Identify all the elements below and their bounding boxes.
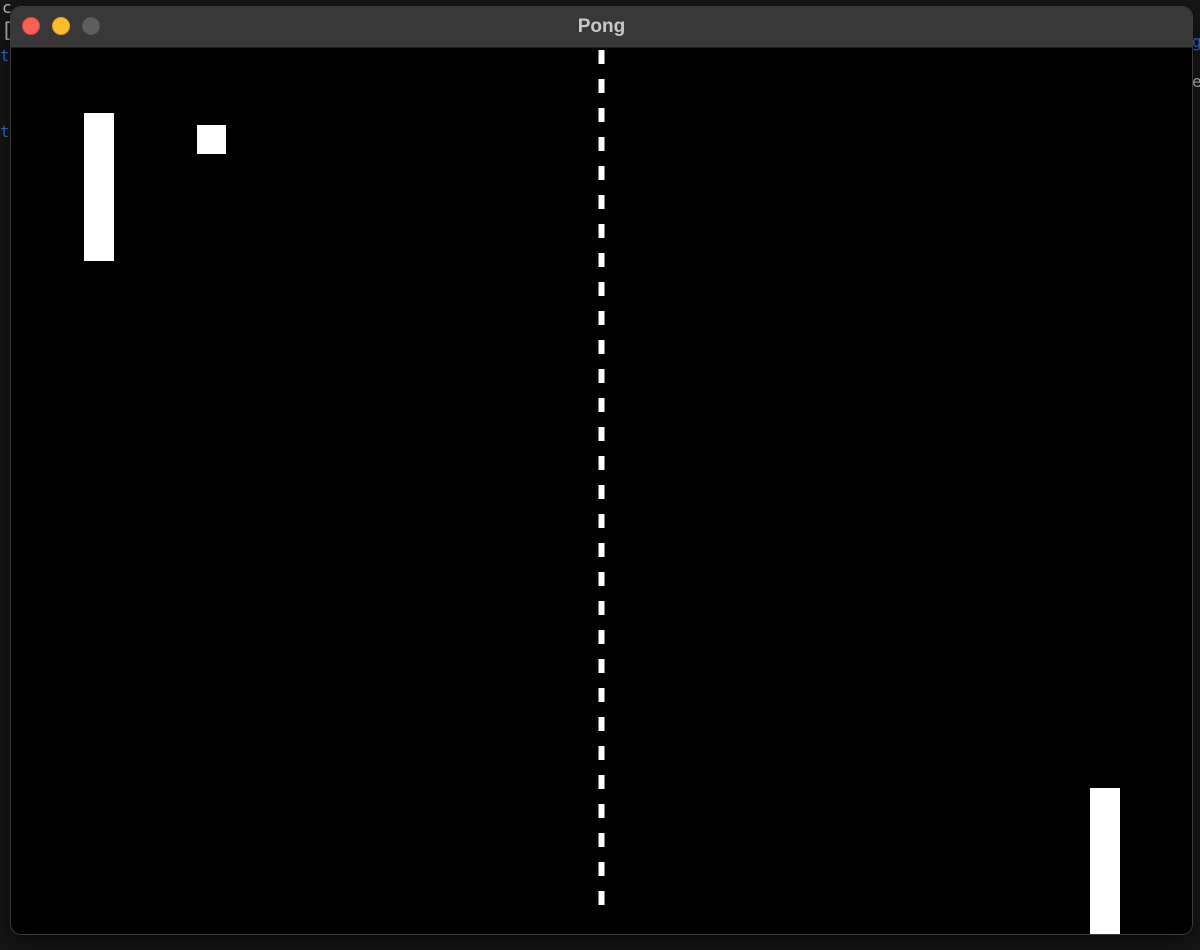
center-net-dash	[598, 601, 605, 615]
background-text: t	[0, 122, 10, 141]
center-net-dash	[598, 659, 605, 673]
game-canvas	[84, 50, 1120, 934]
center-net-dash	[598, 427, 605, 441]
center-net-dash	[598, 369, 605, 383]
center-net-dash	[598, 543, 605, 557]
center-net-dash	[598, 862, 605, 876]
center-net-dash	[598, 282, 605, 296]
center-net-dash	[598, 804, 605, 818]
center-net-dash	[598, 224, 605, 238]
window-title: Pong	[577, 16, 626, 37]
center-net-dash	[598, 340, 605, 354]
background-text: g	[1192, 32, 1200, 51]
center-net-dash	[598, 688, 605, 702]
ball	[197, 125, 226, 154]
pong-window[interactable]: Pong	[11, 7, 1192, 934]
center-net	[598, 50, 605, 905]
center-net-dash	[598, 137, 605, 151]
center-net-dash	[598, 398, 605, 412]
left-paddle	[84, 113, 114, 261]
background-text: e	[1192, 72, 1200, 91]
title-bar[interactable]: Pong	[11, 7, 1192, 48]
center-net-dash	[598, 253, 605, 267]
center-net-dash	[598, 79, 605, 93]
right-paddle	[1090, 788, 1120, 934]
center-net-dash	[598, 746, 605, 760]
game-playfield[interactable]	[11, 48, 1192, 934]
center-net-dash	[598, 311, 605, 325]
background-text: t	[0, 46, 10, 65]
center-net-dash	[598, 166, 605, 180]
center-net-dash	[598, 195, 605, 209]
center-net-dash	[598, 630, 605, 644]
center-net-dash	[598, 108, 605, 122]
center-net-dash	[598, 775, 605, 789]
center-net-dash	[598, 572, 605, 586]
center-net-dash	[598, 891, 605, 905]
center-net-dash	[598, 456, 605, 470]
center-net-dash	[598, 485, 605, 499]
center-net-dash	[598, 717, 605, 731]
center-net-dash	[598, 833, 605, 847]
center-net-dash	[598, 50, 605, 64]
center-net-dash	[598, 514, 605, 528]
